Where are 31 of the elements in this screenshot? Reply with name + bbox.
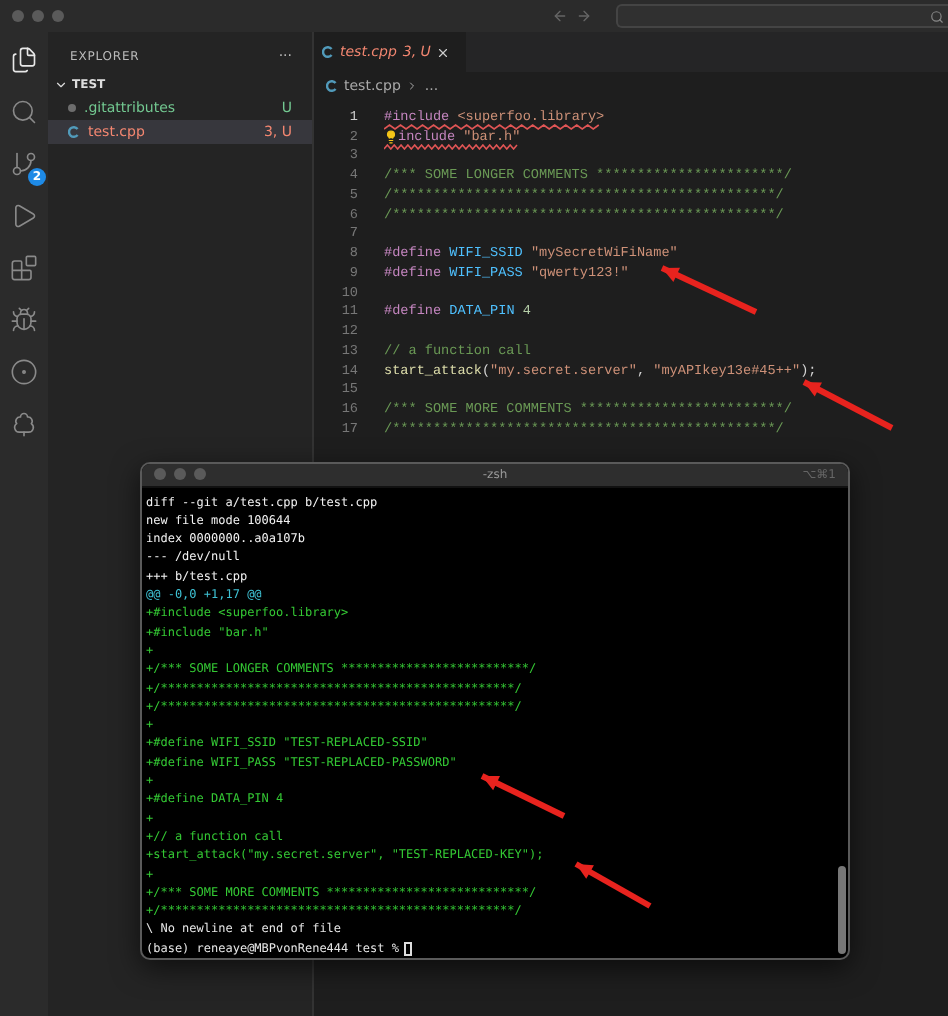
chevron-icon	[54, 77, 68, 91]
arrow	[574, 861, 652, 909]
window-close-light[interactable]	[154, 468, 166, 481]
run-debug-icon[interactable]	[10, 202, 38, 230]
circle-icon[interactable]	[10, 358, 38, 386]
search-icon	[930, 9, 944, 23]
chevron-icon	[406, 80, 419, 92]
window-close-light[interactable]	[12, 10, 24, 22]
arrow	[802, 379, 894, 431]
lightbulb-icon[interactable]	[384, 130, 398, 145]
tree-icon[interactable]	[10, 410, 38, 438]
search-icon[interactable]	[10, 98, 38, 126]
close-icon[interactable]	[436, 45, 451, 59]
window-zoom-light[interactable]	[52, 10, 64, 22]
window-minimize-light[interactable]	[32, 10, 44, 22]
text-cursor	[404, 941, 413, 956]
bug-icon[interactable]	[10, 306, 38, 334]
arrow	[480, 773, 566, 819]
command-search-field[interactable]	[616, 4, 948, 28]
files-icon[interactable]	[10, 46, 38, 74]
cpp-file-icon	[68, 126, 80, 138]
cpp-file-icon	[322, 46, 334, 58]
extensions-icon[interactable]	[10, 254, 38, 282]
back-icon[interactable]	[552, 8, 568, 24]
forward-icon[interactable]	[576, 8, 592, 24]
arrow	[660, 265, 758, 315]
scrollbar-thumb[interactable]	[838, 866, 846, 954]
file-icon	[68, 104, 76, 112]
window-minimize-light[interactable]	[174, 468, 186, 481]
cpp-file-icon	[326, 80, 338, 92]
window-zoom-light[interactable]	[194, 468, 206, 481]
